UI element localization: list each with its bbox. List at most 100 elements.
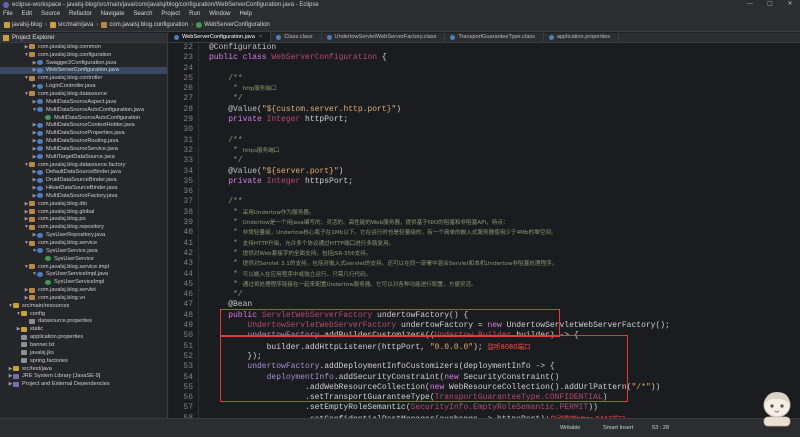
- code-line[interactable]: /**: [209, 136, 799, 146]
- tree-item[interactable]: ▼ com.javalsj.blog.datasource: [0, 90, 167, 98]
- line-number: 39: [183, 218, 193, 228]
- tree-item[interactable]: ▶ com.javalsj.blog.common: [0, 43, 167, 51]
- tree-item[interactable]: ▶ MultiDataSourceProperties.java: [0, 129, 167, 137]
- tree-item[interactable]: ▼ SysUserServiceImpl.java: [0, 270, 167, 278]
- close-tab-icon[interactable]: ×: [259, 34, 262, 40]
- tree-item[interactable]: ▶ MultiDataSourceContextHolder.java: [0, 121, 167, 129]
- code-line[interactable]: * 通过将处理程序链接在一起来配置Undertow服务器。它可以对各种功能进行配…: [209, 280, 799, 290]
- menu-edit[interactable]: Edit: [22, 11, 32, 17]
- tree-item[interactable]: ▶ MultiDataSourceService.java: [0, 145, 167, 153]
- code-line[interactable]: * Undertow是一个用java编写的、灵活的、高性能的Web服务器，提供基…: [209, 218, 799, 228]
- code-line[interactable]: /**: [209, 197, 799, 207]
- tree-item[interactable]: ▶ com.javalsj.blog.servlet: [0, 286, 167, 294]
- tree-item[interactable]: javalsj.jks: [0, 349, 167, 357]
- tree-item[interactable]: ▼ com.javalsj.blog.configuration: [0, 51, 167, 59]
- line-number: 38: [183, 207, 193, 217]
- tree-item[interactable]: ▶ WebServerConfiguration.java: [0, 66, 167, 75]
- tree-item[interactable]: ▶ Swagger2Configuration.java: [0, 59, 167, 67]
- code-line[interactable]: */: [209, 94, 799, 104]
- tree-item[interactable]: spring.factories: [0, 357, 167, 365]
- tree-item[interactable]: ▶ SysUserRepository.java: [0, 231, 167, 239]
- code-line[interactable]: * 提供对Web套接字的全面支持，包括JSR-356支持。: [209, 249, 799, 259]
- tree-item[interactable]: ▶ MultiTargetDataSource.java: [0, 153, 167, 161]
- tree-item-label: MultiDataSourceFactory.java: [46, 192, 118, 199]
- tree-item[interactable]: datasource.properties: [0, 318, 167, 326]
- code-editor[interactable]: 22 23 24 25 26 27 28 29 30 31 32 33 34 35 36 37 38 39 40 41…: [169, 43, 800, 418]
- editor-tab[interactable]: Class.class: [271, 32, 322, 42]
- tree-item[interactable]: ▶ LoginController.java: [0, 82, 167, 90]
- code-token: 提供对Servlet 3.1的支持，包括对嵌入式servlet的支持。还可以在同…: [242, 261, 558, 268]
- code-line[interactable]: [209, 64, 799, 74]
- editor-tab[interactable]: TransportGuaranteeType.class: [445, 32, 544, 42]
- code-line[interactable]: * https服务端口: [209, 146, 799, 156]
- breadcrumb-class[interactable]: WebServerConfiguration: [204, 22, 270, 28]
- tree-item[interactable]: ▶ DefaultDataSourceBinder.java: [0, 169, 167, 177]
- tree-item[interactable]: ▼ com.javalsj.blog.controller: [0, 74, 167, 82]
- code-line[interactable]: private Integer httpsPort;: [209, 177, 799, 187]
- code-line[interactable]: private Integer httpPort;: [209, 115, 799, 125]
- code-line[interactable]: .setEmptyRoleSemantic(SecurityInfo.Empty…: [209, 403, 799, 413]
- tree-item[interactable]: ▶ static: [0, 325, 167, 333]
- tree-item[interactable]: ▶ HikariDataSourceBinder.java: [0, 184, 167, 192]
- code-line[interactable]: * 非常轻量级，Undertow核心瓶子在1Mb以下。它在运行时也是轻量级的，有…: [209, 228, 799, 238]
- tree-item-label: HikariDataSourceBinder.java: [46, 185, 118, 192]
- tree-item[interactable]: ▶ MultiDataSourceAspect.java: [0, 98, 167, 106]
- minimize-button[interactable]: —: [740, 0, 760, 9]
- menu-help[interactable]: Help: [239, 11, 251, 17]
- tree-item[interactable]: ▶ Project and External Dependencies: [0, 380, 167, 388]
- breadcrumb-source-folder[interactable]: src/main/java: [58, 22, 93, 28]
- tree-item[interactable]: ▼ com.javalsj.blog.repository: [0, 223, 167, 231]
- tree-item[interactable]: ▶ DruidDataSourceBinder.java: [0, 176, 167, 184]
- menu-refactor[interactable]: Refactor: [69, 11, 92, 17]
- tree-item[interactable]: ▼ com.javalsj.blog.datasource.factory: [0, 161, 167, 169]
- code-line[interactable]: * 可以嵌入在应用程序中或独立运行，只需几行代码。: [209, 270, 799, 280]
- code-line[interactable]: */: [209, 156, 799, 166]
- tree-item[interactable]: ▼ com.javalsj.blog.service: [0, 239, 167, 247]
- code-line[interactable]: * 支持HTTP升级，允许多个协议通过HTTP端口进行多路复用。: [209, 239, 799, 249]
- menu-file[interactable]: File: [3, 11, 13, 17]
- tree-item[interactable]: ▶ JRE System Library [JavaSE-9]: [0, 372, 167, 380]
- tree-item[interactable]: ▼ SysUserService.java: [0, 247, 167, 255]
- breadcrumb-project[interactable]: javalsj-blog: [12, 22, 42, 28]
- close-button[interactable]: ✕: [780, 0, 800, 9]
- code-line[interactable]: /**: [209, 74, 799, 84]
- tree-item[interactable]: ▶ MultiDataSourceFactory.java: [0, 192, 167, 200]
- tree-item[interactable]: ▶ com.javalsj.blog.dto: [0, 200, 167, 208]
- code-line[interactable]: * http服务端口: [209, 84, 799, 94]
- tree-item[interactable]: application.properties: [0, 333, 167, 341]
- code-line[interactable]: public class WebServerConfiguration {: [209, 53, 799, 63]
- tree-item[interactable]: ▶ MultiDataSourceRouting.java: [0, 137, 167, 145]
- menu-window[interactable]: Window: [209, 11, 230, 17]
- tree-item[interactable]: ▼ config: [0, 310, 167, 318]
- editor-tab[interactable]: application.properties: [544, 32, 620, 42]
- tree-item[interactable]: MultiDataSourceAutoConfiguration: [0, 114, 167, 122]
- code-line[interactable]: * 采用Undertow作为服务器。: [209, 208, 799, 218]
- code-line[interactable]: @Configuration: [209, 43, 799, 53]
- maximize-button[interactable]: ▢: [760, 0, 780, 9]
- menu-search[interactable]: Search: [133, 11, 152, 17]
- chevron-right-icon: ›: [45, 21, 48, 28]
- code-line[interactable]: @Value("${custom.server.http.port}"): [209, 105, 799, 115]
- menu-run[interactable]: Run: [189, 11, 200, 17]
- menu-project[interactable]: Project: [161, 11, 180, 17]
- tree-item[interactable]: SysUserServiceImpl: [0, 278, 167, 286]
- tree-item[interactable]: SysUserService: [0, 255, 167, 263]
- menu-source[interactable]: Source: [41, 11, 60, 17]
- tree-item[interactable]: banner.txt: [0, 341, 167, 349]
- code-line[interactable]: * 提供对Servlet 3.1的支持，包括对嵌入式servlet的支持。还可以…: [209, 259, 799, 269]
- code-line[interactable]: [209, 187, 799, 197]
- editor-tab[interactable]: UndertowServletWebServerFactory.class: [322, 32, 446, 42]
- tree-item[interactable]: ▼ com.javalsj.blog.service.impl: [0, 263, 167, 271]
- code-line[interactable]: @Value("${server.port}"): [209, 167, 799, 177]
- code-line[interactable]: */: [209, 290, 799, 300]
- tree-item[interactable]: ▼ src/main/resources: [0, 302, 167, 310]
- tree-item[interactable]: ▶ com.javalsj.blog.global: [0, 208, 167, 216]
- code-line[interactable]: [209, 125, 799, 135]
- tree-item[interactable]: ▶ com.javalsj.blog.vo: [0, 294, 167, 302]
- tree-item[interactable]: ▶ com.javalsj.blog.po: [0, 216, 167, 224]
- tree-item[interactable]: ▶ src/test/java: [0, 365, 167, 373]
- editor-tab[interactable]: WebServerConfiguration.java ×: [169, 32, 272, 42]
- tree-item[interactable]: ▼ MultiDataSourceAutoConfiguration.java: [0, 106, 167, 114]
- breadcrumb-package[interactable]: com.javalsj.blog.configuration: [109, 22, 188, 28]
- menu-navigate[interactable]: Navigate: [101, 11, 125, 17]
